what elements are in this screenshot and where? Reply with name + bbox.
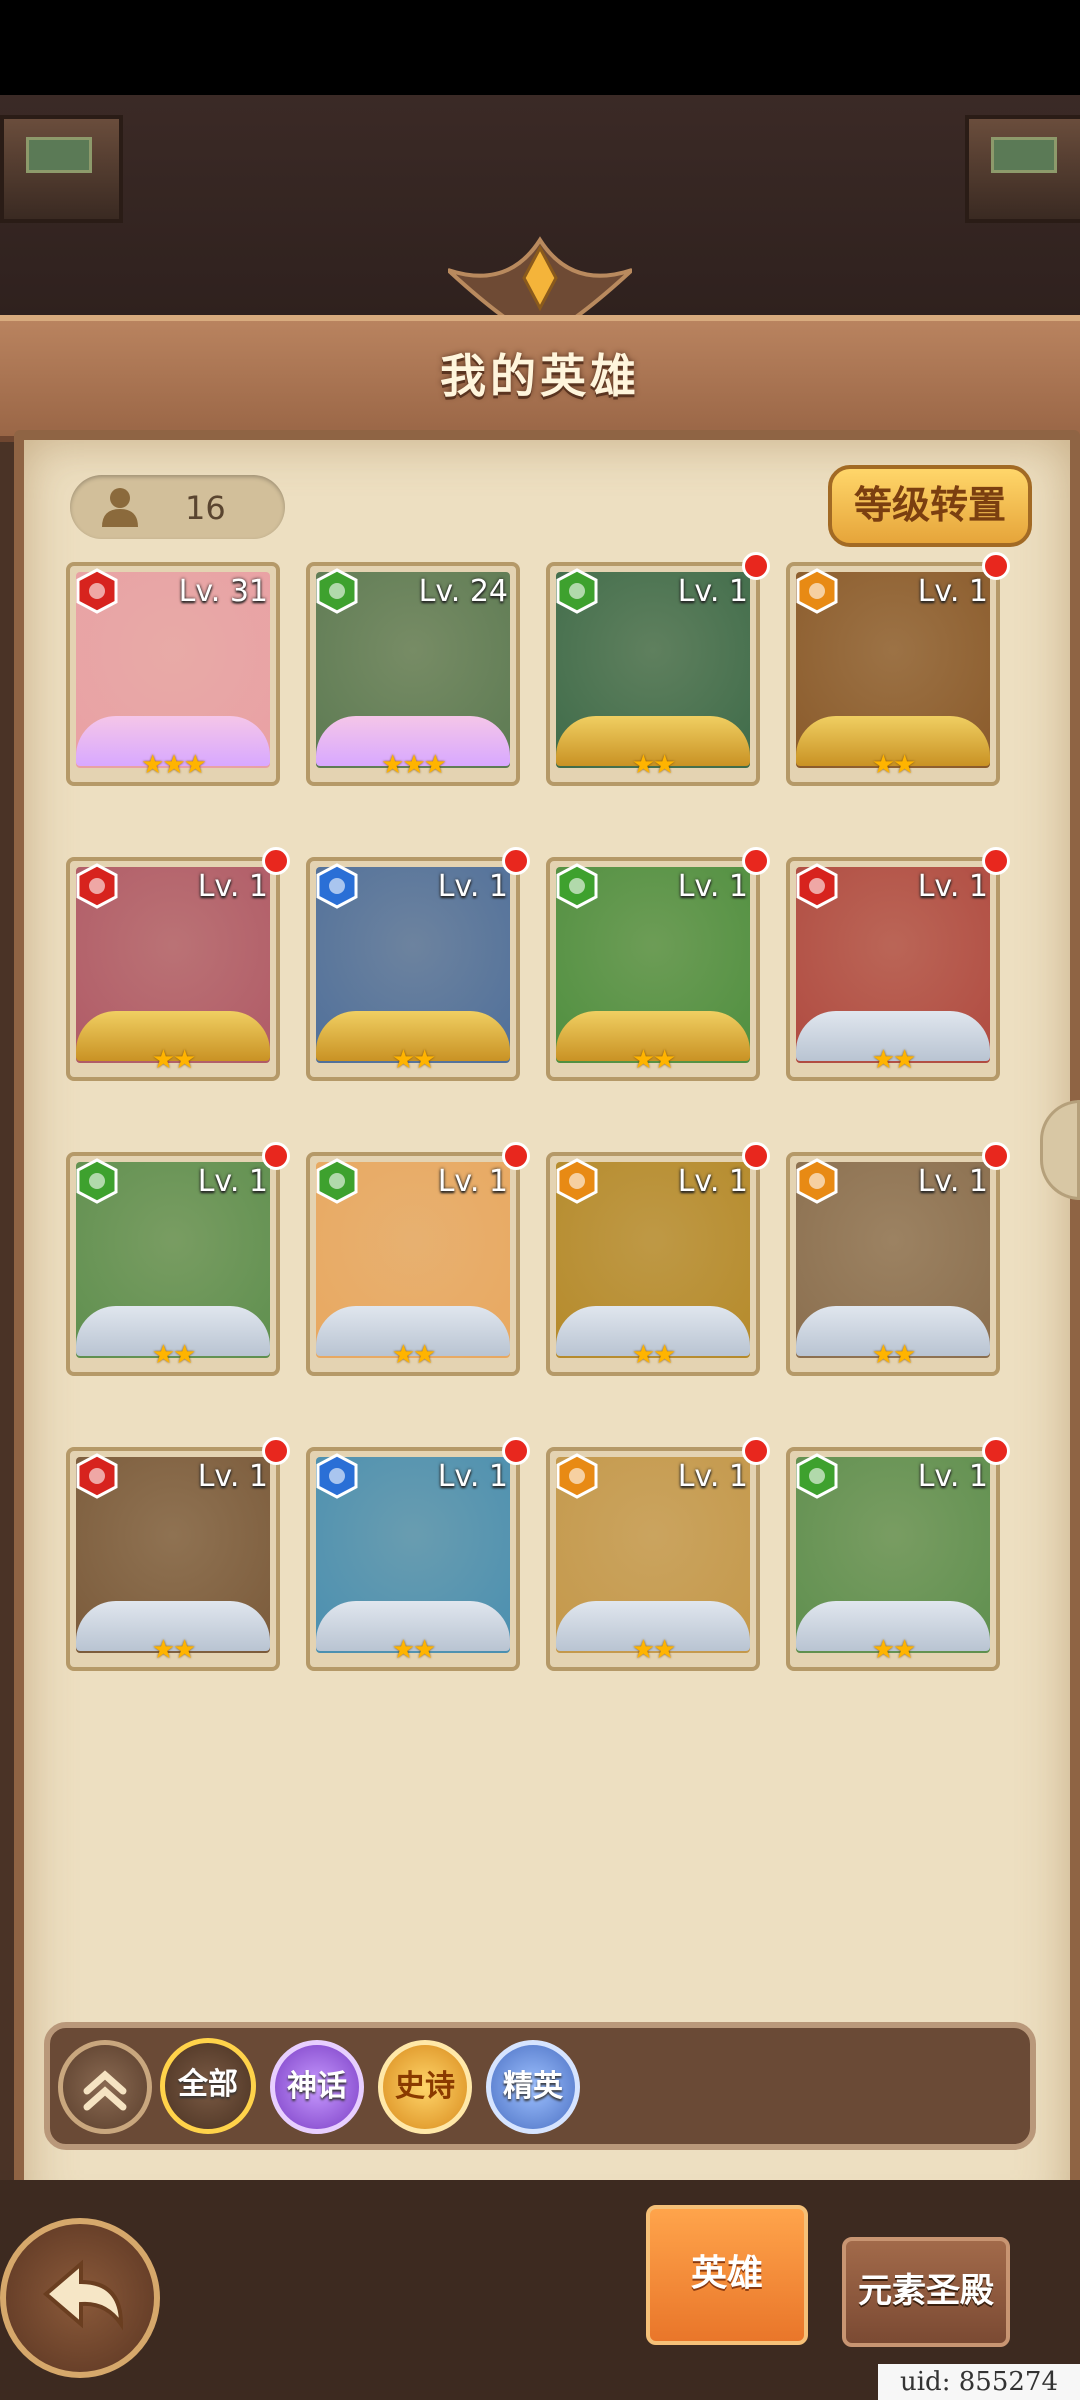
hero-level: Lv. 1 xyxy=(677,1459,748,1494)
element-fire-icon xyxy=(76,863,118,909)
hero-level: Lv. 31 xyxy=(178,574,268,609)
hero-card[interactable]: Lv. 1 ★★ xyxy=(786,1447,1000,1671)
new-notification-dot xyxy=(262,847,290,875)
tab-hero[interactable]: 英雄 xyxy=(646,2205,808,2345)
hero-card[interactable]: Lv. 24 ★★★ xyxy=(306,562,520,786)
hero-card[interactable]: Lv. 1 ★★ xyxy=(306,1152,520,1376)
hero-card[interactable]: Lv. 1 ★★ xyxy=(786,857,1000,1081)
hero-level: Lv. 1 xyxy=(197,1459,268,1494)
hero-level: Lv. 1 xyxy=(917,574,988,609)
person-icon xyxy=(102,488,138,527)
element-wind-icon xyxy=(796,1453,838,1499)
element-water-icon xyxy=(316,863,358,909)
back-arrow-icon xyxy=(42,2259,124,2331)
element-earth-icon xyxy=(796,1158,838,1204)
hero-stars: ★★ xyxy=(391,1635,437,1665)
hero-card[interactable]: Lv. 1 ★★ xyxy=(306,857,520,1081)
hero-stars: ★★★ xyxy=(381,750,447,780)
element-wind-icon xyxy=(316,568,358,614)
new-notification-dot xyxy=(262,1437,290,1465)
element-water-icon xyxy=(316,1453,358,1499)
new-notification-dot xyxy=(982,1142,1010,1170)
level-reset-button[interactable]: 等级转置 xyxy=(828,465,1032,547)
new-notification-dot xyxy=(502,847,530,875)
tab-element-temple[interactable]: 元素圣殿 xyxy=(842,2237,1010,2347)
new-notification-dot xyxy=(502,1142,530,1170)
element-fire-icon xyxy=(76,568,118,614)
hero-stars: ★★ xyxy=(391,1045,437,1075)
filter-elite-button[interactable]: 精英 xyxy=(486,2040,580,2134)
double-chevron-up-icon xyxy=(83,2070,127,2111)
hero-card[interactable]: Lv. 1 ★★ xyxy=(306,1447,520,1671)
back-button[interactable] xyxy=(0,2218,160,2378)
hero-stars: ★★ xyxy=(871,1045,917,1075)
hero-level: Lv. 1 xyxy=(437,1459,508,1494)
hero-level: Lv. 24 xyxy=(418,574,508,609)
filter-all-button[interactable]: 全部 xyxy=(160,2038,256,2134)
hero-level: Lv. 1 xyxy=(197,869,268,904)
new-notification-dot xyxy=(742,847,770,875)
hero-level: Lv. 1 xyxy=(677,574,748,609)
hero-card[interactable]: Lv. 1 ★★ xyxy=(66,1152,280,1376)
element-wind-icon xyxy=(556,863,598,909)
hero-card[interactable]: Lv. 1 ★★ xyxy=(786,1152,1000,1376)
element-wind-icon xyxy=(76,1158,118,1204)
hero-card[interactable]: Lv. 1 ★★ xyxy=(546,857,760,1081)
element-earth-icon xyxy=(556,1453,598,1499)
hero-stars: ★★ xyxy=(631,1635,677,1665)
new-notification-dot xyxy=(262,1142,290,1170)
hero-stars: ★★ xyxy=(871,1340,917,1370)
new-notification-dot xyxy=(742,1142,770,1170)
element-wind-icon xyxy=(556,568,598,614)
new-notification-dot xyxy=(982,552,1010,580)
element-fire-icon xyxy=(796,863,838,909)
hero-card[interactable]: Lv. 1 ★★ xyxy=(546,1152,760,1376)
hero-level: Lv. 1 xyxy=(197,1164,268,1199)
hero-level: Lv. 1 xyxy=(917,1459,988,1494)
hero-card[interactable]: Lv. 1 ★★ xyxy=(786,562,1000,786)
collapse-button[interactable] xyxy=(58,2040,152,2134)
hero-stars: ★★ xyxy=(871,1635,917,1665)
hero-stars: ★★ xyxy=(871,750,917,780)
hero-card[interactable]: Lv. 1 ★★ xyxy=(546,1447,760,1671)
new-notification-dot xyxy=(982,1437,1010,1465)
hero-count-badge: 16 xyxy=(70,475,285,539)
hero-card[interactable]: Lv. 1 ★★ xyxy=(546,562,760,786)
hero-level: Lv. 1 xyxy=(677,869,748,904)
filter-epic-button[interactable]: 史诗 xyxy=(378,2040,472,2134)
element-earth-icon xyxy=(796,568,838,614)
new-notification-dot xyxy=(742,552,770,580)
element-earth-icon xyxy=(556,1158,598,1204)
hero-stars: ★★ xyxy=(151,1340,197,1370)
uid-label: uid: 855274 xyxy=(878,2364,1080,2400)
hero-stars: ★★ xyxy=(151,1635,197,1665)
hero-level: Lv. 1 xyxy=(437,1164,508,1199)
hero-level: Lv. 1 xyxy=(437,869,508,904)
new-notification-dot xyxy=(982,847,1010,875)
hero-count-value: 16 xyxy=(185,489,226,527)
hero-stars: ★★ xyxy=(151,1045,197,1075)
new-notification-dot xyxy=(502,1437,530,1465)
right-pillar-decoration xyxy=(965,115,1080,223)
hero-level: Lv. 1 xyxy=(917,869,988,904)
hero-level: Lv. 1 xyxy=(917,1164,988,1199)
hero-level: Lv. 1 xyxy=(677,1164,748,1199)
hero-card[interactable]: Lv. 31 ★★★ xyxy=(66,562,280,786)
element-wind-icon xyxy=(316,1158,358,1204)
page-title: 我的英雄 xyxy=(440,349,640,403)
hero-stars: ★★ xyxy=(631,750,677,780)
status-bar xyxy=(0,0,1080,95)
hero-card[interactable]: Lv. 1 ★★ xyxy=(66,1447,280,1671)
hero-stars: ★★★ xyxy=(141,750,207,780)
new-notification-dot xyxy=(742,1437,770,1465)
left-pillar-decoration xyxy=(0,115,123,223)
hero-stars: ★★ xyxy=(631,1340,677,1370)
hero-stars: ★★ xyxy=(391,1340,437,1370)
hero-card[interactable]: Lv. 1 ★★ xyxy=(66,857,280,1081)
filter-myth-button[interactable]: 神话 xyxy=(270,2040,364,2134)
hero-stars: ★★ xyxy=(631,1045,677,1075)
element-fire-icon xyxy=(76,1453,118,1499)
